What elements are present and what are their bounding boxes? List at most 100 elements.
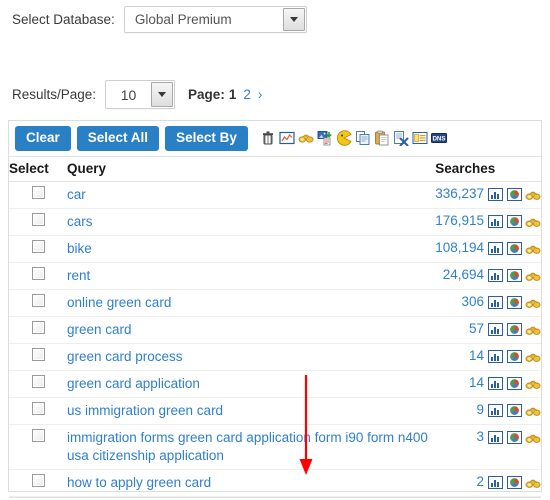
query-link[interactable]: immigration forms green card application…: [67, 429, 435, 465]
chevron-down-icon[interactable]: [283, 8, 305, 31]
chevron-down-icon[interactable]: [151, 82, 173, 107]
binoculars-icon[interactable]: [525, 269, 541, 285]
row-searches-cell: 306: [435, 289, 541, 316]
pie-chart-icon[interactable]: [506, 476, 522, 492]
toolbar-top: Clear Select All Select By DNS: [9, 121, 541, 156]
row-select-cell: [9, 235, 67, 262]
row-select-cell: [9, 208, 67, 235]
pie-chart-icon[interactable]: [506, 296, 522, 312]
row-checkbox[interactable]: [32, 186, 45, 199]
searches-count: 336,237: [435, 186, 484, 201]
page-next-link[interactable]: ›: [258, 87, 263, 102]
binoculars-icon[interactable]: [525, 188, 541, 204]
select-all-button[interactable]: Select All: [77, 126, 159, 151]
bar-chart-icon[interactable]: [487, 242, 503, 258]
query-link[interactable]: rent: [67, 267, 435, 285]
binoculars-icon[interactable]: [525, 242, 541, 258]
line-chart-icon[interactable]: [279, 130, 295, 146]
query-link[interactable]: online green card: [67, 294, 435, 312]
pie-chart-icon[interactable]: [506, 188, 522, 204]
row-checkbox[interactable]: [32, 348, 45, 361]
bar-chart-icon[interactable]: [487, 296, 503, 312]
pacman-icon[interactable]: [336, 130, 352, 146]
pie-chart-icon[interactable]: [506, 431, 522, 447]
bar-chart-icon[interactable]: [487, 350, 503, 366]
database-select[interactable]: Global Premium: [124, 6, 307, 33]
trash-icon[interactable]: [260, 130, 276, 146]
row-query-cell: immigration forms green card application…: [67, 424, 435, 469]
row-checkbox[interactable]: [32, 213, 45, 226]
copy-icon[interactable]: [355, 130, 371, 146]
row-searches-cell: 9: [435, 397, 541, 424]
row-checkbox[interactable]: [32, 240, 45, 253]
binoculars-icon[interactable]: [525, 215, 541, 231]
row-action-icons: [487, 188, 541, 204]
paste-icon[interactable]: [374, 130, 390, 146]
row-checkbox[interactable]: [32, 375, 45, 388]
list-report-icon[interactable]: [412, 130, 428, 146]
query-link[interactable]: cars: [67, 213, 435, 231]
query-link[interactable]: car: [67, 186, 435, 204]
searches-count: 14: [469, 375, 484, 390]
toolbar-bottom: Clear Select All Select By DNS: [9, 497, 541, 500]
row-checkbox[interactable]: [32, 429, 45, 442]
query-link[interactable]: green card process: [67, 348, 435, 366]
searches-count: 57: [469, 321, 484, 336]
delete-export-icon[interactable]: [393, 130, 409, 146]
bar-chart-icon[interactable]: [487, 377, 503, 393]
results-per-page-value: 10: [106, 81, 151, 108]
bar-chart-icon[interactable]: [487, 188, 503, 204]
searches-count: 176,915: [435, 213, 484, 228]
row-select-cell: [9, 469, 67, 496]
query-link[interactable]: us immigration green card: [67, 402, 435, 420]
query-link[interactable]: green card: [67, 321, 435, 339]
dns-icon[interactable]: DNS: [431, 130, 447, 146]
table-row: green card 57: [9, 316, 541, 343]
pie-chart-icon[interactable]: [506, 269, 522, 285]
results-per-page-select[interactable]: 10: [105, 80, 175, 109]
bar-chart-icon[interactable]: [487, 269, 503, 285]
query-link[interactable]: how to apply green card: [67, 474, 435, 492]
query-link[interactable]: green card application: [67, 375, 435, 393]
header-query: Query: [67, 156, 435, 181]
table-row: us immigration green card9: [9, 397, 541, 424]
row-checkbox[interactable]: [32, 474, 45, 487]
row-action-icons: [487, 476, 541, 492]
pie-chart-icon[interactable]: [506, 215, 522, 231]
row-checkbox[interactable]: [32, 267, 45, 280]
pie-chart-icon[interactable]: [506, 404, 522, 420]
row-checkbox[interactable]: [32, 321, 45, 334]
clear-button[interactable]: Clear: [15, 126, 71, 151]
select-by-button[interactable]: Select By: [165, 126, 248, 151]
binoculars-icon[interactable]: [525, 377, 541, 393]
header-searches: Searches: [435, 156, 541, 181]
bar-chart-icon[interactable]: [487, 404, 503, 420]
row-action-icons: [487, 215, 541, 231]
binoculars-icon[interactable]: [525, 476, 541, 492]
binoculars-icon[interactable]: [525, 350, 541, 366]
results-panel: Clear Select All Select By DNS Select: [8, 120, 542, 492]
binoculars-icon[interactable]: [525, 323, 541, 339]
query-link[interactable]: bike: [67, 240, 435, 258]
bar-chart-icon[interactable]: [487, 431, 503, 447]
row-searches-cell: 14: [435, 370, 541, 397]
table-row: car336,237: [9, 181, 541, 208]
row-checkbox[interactable]: [32, 402, 45, 415]
row-action-icons: [487, 296, 541, 312]
pie-chart-icon[interactable]: [506, 377, 522, 393]
bar-chart-icon[interactable]: [487, 476, 503, 492]
binoculars-icon[interactable]: [525, 431, 541, 447]
binoculars-icon[interactable]: [298, 130, 314, 146]
pie-chart-icon[interactable]: [506, 242, 522, 258]
pie-chart-icon[interactable]: [506, 350, 522, 366]
bar-chart-icon[interactable]: [487, 215, 503, 231]
bar-chart-icon[interactable]: [487, 323, 503, 339]
binoculars-icon[interactable]: [525, 296, 541, 312]
row-select-cell: [9, 289, 67, 316]
binoculars-icon[interactable]: [525, 404, 541, 420]
page-link-2[interactable]: 2: [243, 87, 251, 102]
row-select-cell: [9, 397, 67, 424]
export-image-icon[interactable]: [317, 130, 333, 146]
pie-chart-icon[interactable]: [506, 323, 522, 339]
row-checkbox[interactable]: [32, 294, 45, 307]
